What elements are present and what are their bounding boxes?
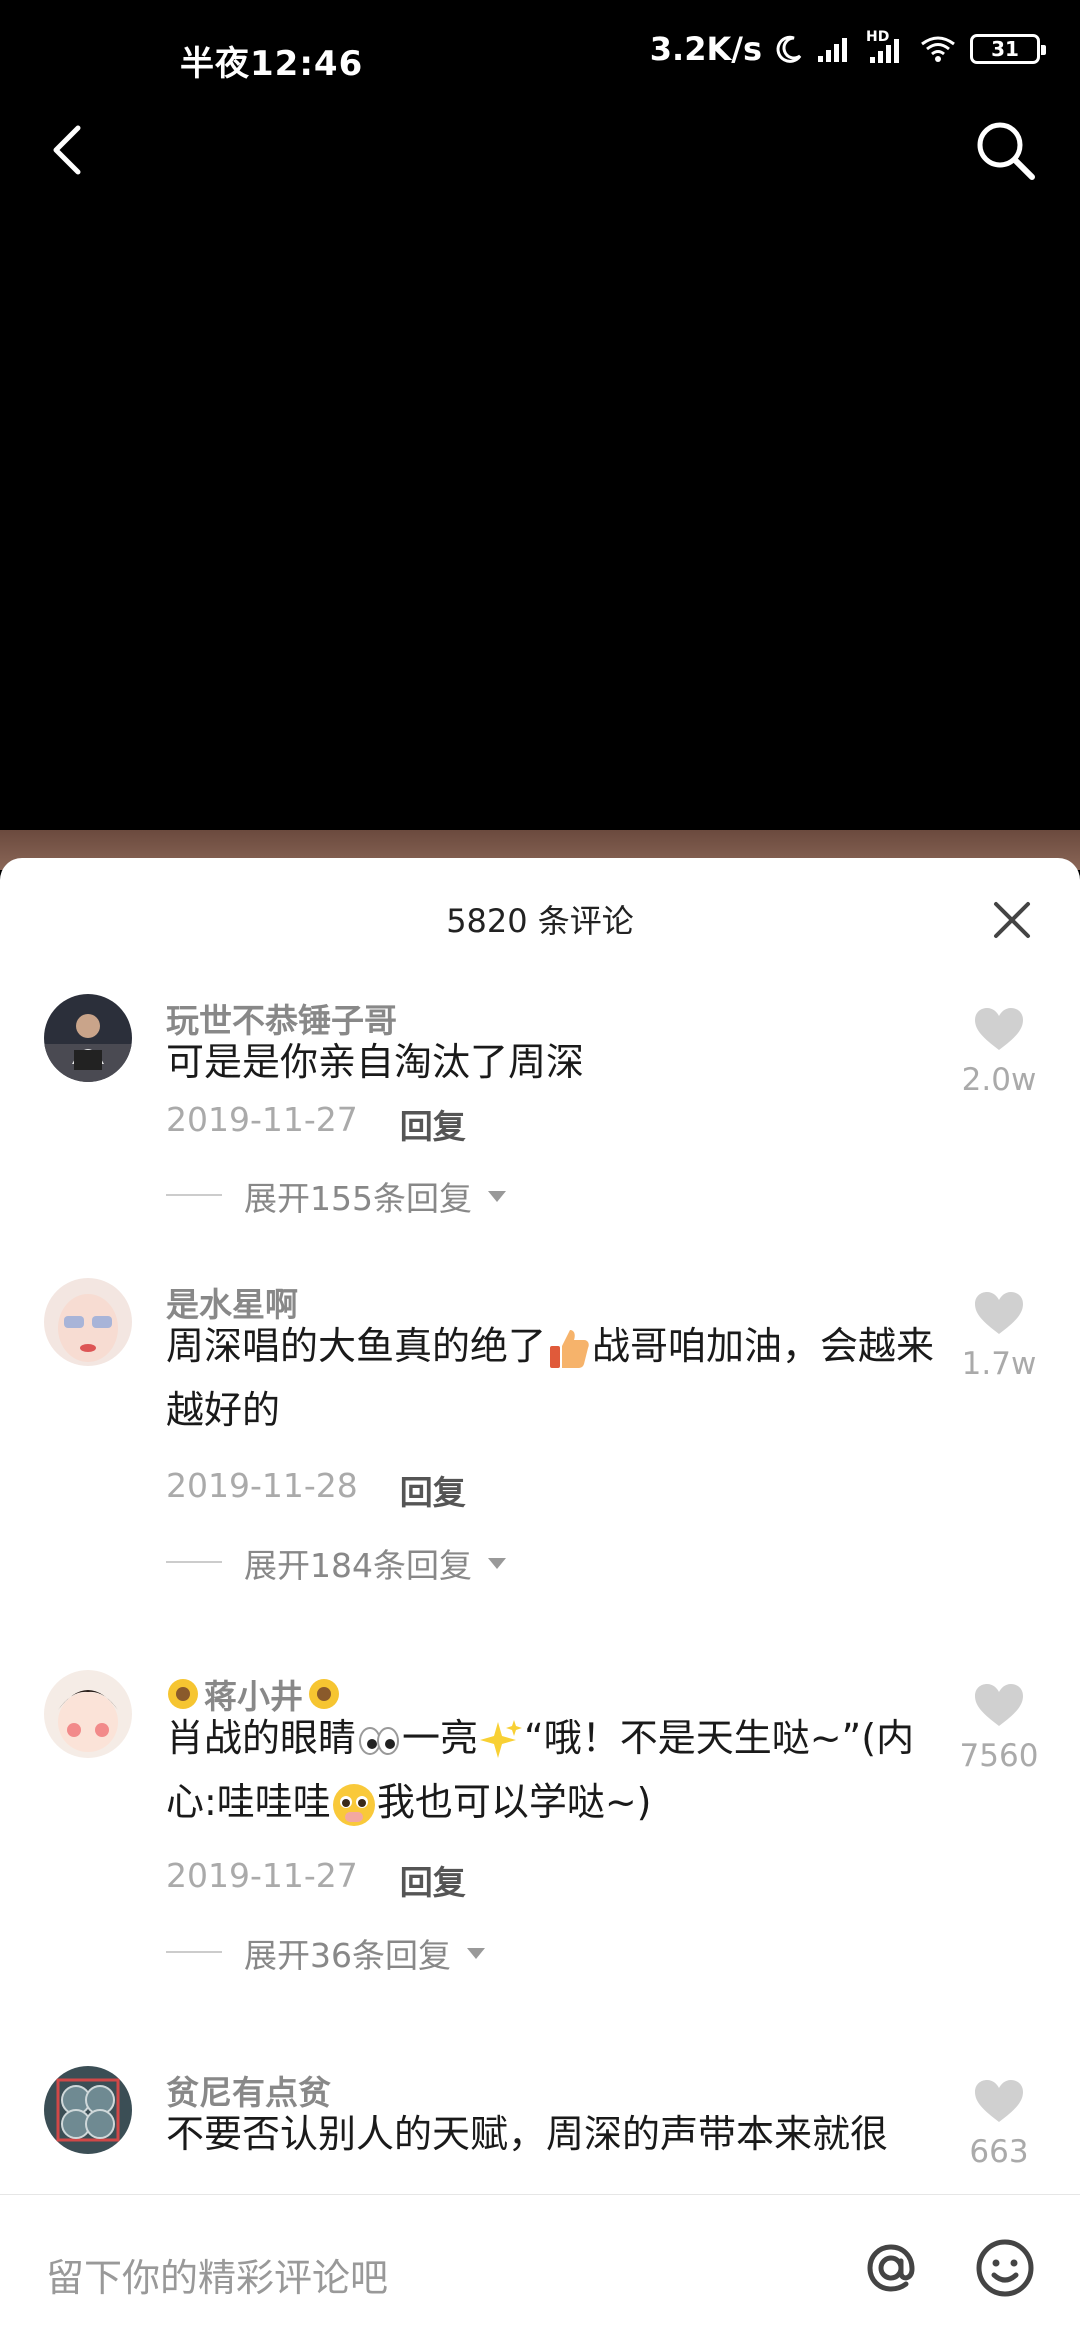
network-speed: 3.2K/s — [649, 30, 762, 68]
comment-date: 2019-11-27 — [166, 1856, 358, 1895]
comment-text[interactable]: 可是是你亲自淘汰了周深 — [166, 1030, 946, 1094]
hd-signal-icon: HD — [866, 29, 906, 65]
comment-meta: 2019-11-27 回复 — [166, 1100, 466, 1148]
wifi-icon — [921, 36, 955, 62]
avatar[interactable] — [44, 2066, 132, 2154]
comment-item: 是水星啊 周深唱的大鱼真的绝了 战哥咱加油，会越来越好的 2019-11-28 … — [0, 1278, 1080, 1658]
divider — [166, 1194, 222, 1196]
comment-item: 蒋小井 肖战的眼睛 一亮 “哦！不是天生哒~”(内心:哇哇哇 我也可以学哒~) … — [0, 1670, 1080, 2050]
heart-icon — [975, 2080, 1023, 2122]
avatar[interactable] — [44, 1670, 132, 1758]
divider — [166, 1561, 222, 1563]
moon-icon — [776, 35, 802, 63]
comment-input[interactable]: 留下你的精彩评论吧 — [46, 2247, 388, 2302]
status-time: 半夜12:46 — [180, 44, 364, 84]
comment-meta: 2019-11-28 回复 — [166, 1466, 466, 1514]
comment-date: 2019-11-28 — [166, 1466, 358, 1505]
battery-level: 31 — [991, 37, 1019, 61]
comment-date: 2019-11-27 — [166, 1100, 358, 1139]
comment-input-bar: 留下你的精彩评论吧 — [0, 2194, 1080, 2340]
reply-button[interactable]: 回复 — [400, 1100, 466, 1148]
like-count: 663 — [969, 2134, 1029, 2170]
smiley-icon[interactable] — [970, 2233, 1040, 2303]
comment-text[interactable]: 肖战的眼睛 一亮 “哦！不是天生哒~”(内心:哇哇哇 我也可以学哒~) — [166, 1706, 946, 1834]
status-bar: 半夜12:46 3.2K/s HD 31 — [0, 0, 1080, 90]
eyes-emoji-icon — [359, 1726, 400, 1755]
sheet-header: 5820 条评论 — [0, 858, 1080, 968]
at-icon[interactable] — [856, 2233, 926, 2303]
avatar[interactable] — [44, 994, 132, 1082]
search-icon[interactable] — [970, 115, 1040, 185]
signal-icon — [818, 38, 847, 62]
like-button[interactable]: 1.7w — [944, 1290, 1054, 1382]
comment-item: 玩世不恭锤子哥 可是是你亲自淘汰了周深 2019-11-27 回复 展开155条… — [0, 994, 1080, 1294]
like-button[interactable]: 2.0w — [944, 1006, 1054, 1098]
expand-replies-button[interactable]: 展开155条回复 — [244, 1172, 508, 1220]
heart-icon — [975, 1292, 1023, 1334]
like-count: 2.0w — [961, 1062, 1037, 1098]
reply-button[interactable]: 回复 — [400, 1466, 466, 1514]
close-icon[interactable] — [992, 900, 1032, 940]
caret-down-icon — [488, 1558, 506, 1569]
avatar[interactable] — [44, 1278, 132, 1366]
heart-icon — [975, 1684, 1023, 1726]
status-indicators: 3.2K/s HD 31 — [649, 29, 1046, 68]
expand-replies-button[interactable]: 展开184条回复 — [244, 1539, 508, 1587]
pleading-face-emoji-icon — [332, 1783, 375, 1826]
comment-sheet: 5820 条评论 玩世不恭锤子哥 可是是你亲自淘汰了周深 2019-11-27 … — [0, 858, 1080, 2340]
comment-count-title: 5820 条评论 — [446, 902, 634, 940]
like-button[interactable]: 663 — [944, 2078, 1054, 2170]
like-count: 7560 — [959, 1738, 1039, 1774]
video-area[interactable] — [0, 90, 1080, 860]
comment-text[interactable]: 周深唱的大鱼真的绝了 战哥咱加油，会越来越好的 — [166, 1314, 946, 1442]
like-button[interactable]: 7560 — [944, 1682, 1054, 1774]
sparkles-emoji-icon — [480, 1719, 523, 1758]
thumbs-up-emoji-icon — [550, 1329, 589, 1368]
reply-button[interactable]: 回复 — [400, 1856, 466, 1904]
heart-icon — [975, 1008, 1023, 1050]
comment-text[interactable]: 不要否认别人的天赋，周深的声带本来就很 — [166, 2102, 946, 2166]
comment-meta: 2019-11-27 回复 — [166, 1856, 466, 1904]
caret-down-icon — [467, 1948, 485, 1959]
expand-replies-button[interactable]: 展开36条回复 — [244, 1929, 487, 1977]
divider — [166, 1951, 222, 1953]
like-count: 1.7w — [961, 1346, 1037, 1382]
battery-icon: 31 — [970, 34, 1046, 64]
chevron-left-icon[interactable] — [40, 120, 100, 180]
caret-down-icon — [488, 1191, 506, 1202]
